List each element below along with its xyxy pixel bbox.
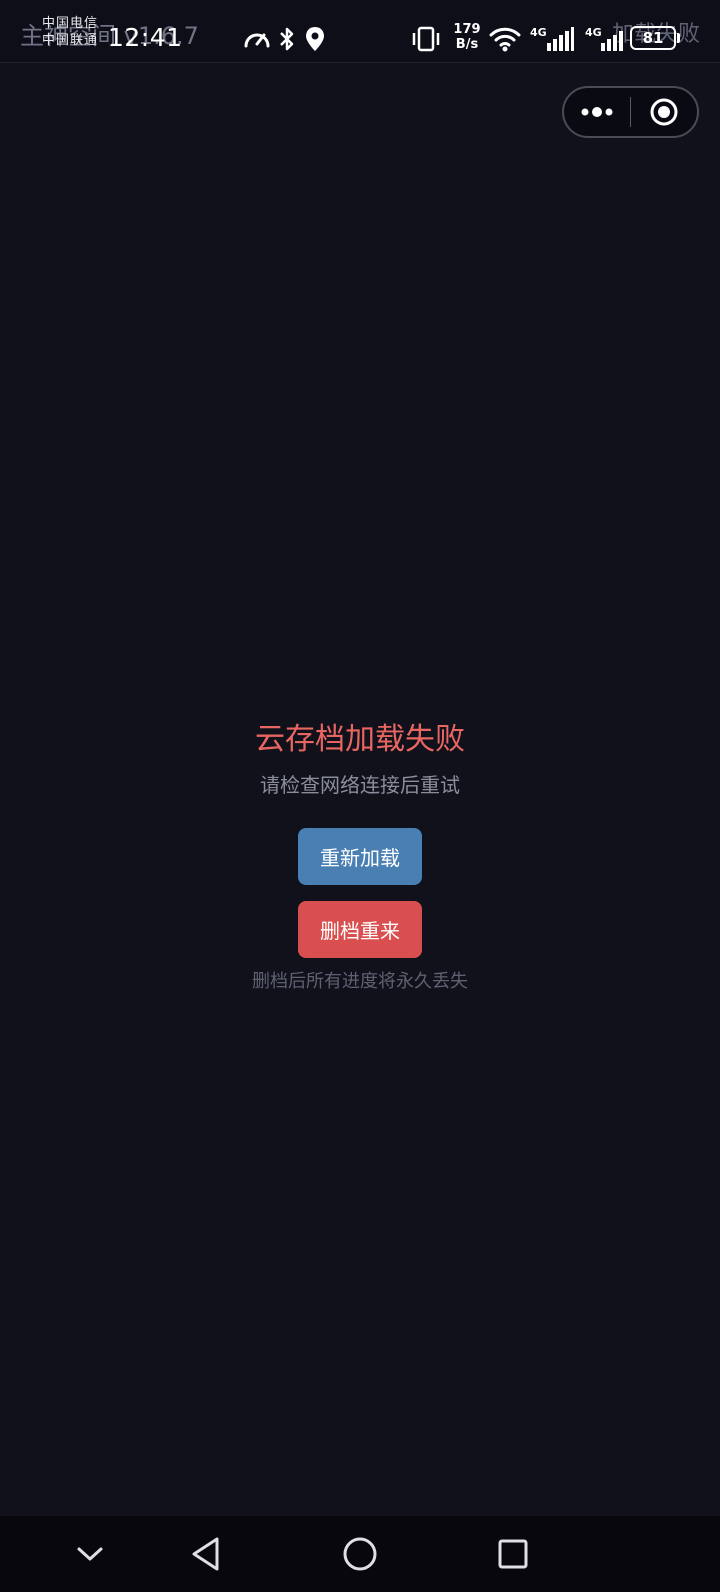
speedometer-icon [242, 22, 272, 56]
status-clock: 12:41 [108, 23, 183, 52]
screen: 主神空间 v1.6.7 加载失败 中国电信 中国联通 12:41 179 B/s… [0, 0, 720, 1592]
carrier-1: 中国电信 [42, 16, 99, 31]
network-speed-value: 179 [453, 22, 481, 37]
location-icon [304, 22, 326, 56]
carrier-names: 中国电信 中国联通 [42, 15, 98, 49]
reload-button[interactable]: 重新加载 [298, 828, 422, 885]
status-bar: 主神空间 v1.6.7 加载失败 中国电信 中国联通 12:41 179 B/s… [0, 0, 720, 63]
vibrate-icon [410, 22, 442, 56]
navigation-bar [0, 1516, 720, 1592]
recents-square-icon[interactable] [485, 1526, 541, 1582]
wifi-icon [488, 22, 522, 56]
target-close-icon[interactable] [631, 88, 697, 136]
back-triangle-icon[interactable] [178, 1526, 234, 1582]
battery-icon: 81 [630, 26, 676, 50]
mini-program-capsule [562, 86, 699, 138]
error-title: 云存档加载失败 [255, 722, 465, 757]
battery-level: 81 [642, 29, 664, 47]
signal-1-icon [546, 22, 574, 56]
carrier-2: 中国联通 [42, 33, 99, 48]
battery-tip [677, 33, 680, 43]
error-panel: 云存档加载失败 请检查网络连接后重试 重新加载 删档重来 删档后所有进度将永久丢… [0, 720, 720, 994]
network-speed-unit: B/s [455, 37, 479, 52]
signal-2-icon [600, 22, 626, 56]
home-circle-icon[interactable] [332, 1526, 388, 1582]
bluetooth-icon [278, 22, 296, 56]
network-speed: 179 B/s [452, 22, 482, 52]
error-subtitle: 请检查网络连接后重试 [260, 773, 460, 797]
more-dots-icon[interactable] [564, 88, 630, 136]
signal-1-label: 4G [530, 26, 547, 39]
delete-warning-text: 删档后所有进度将永久丢失 [252, 971, 468, 992]
delete-save-button[interactable]: 删档重来 [298, 901, 422, 958]
chevron-down-icon[interactable] [62, 1526, 118, 1582]
